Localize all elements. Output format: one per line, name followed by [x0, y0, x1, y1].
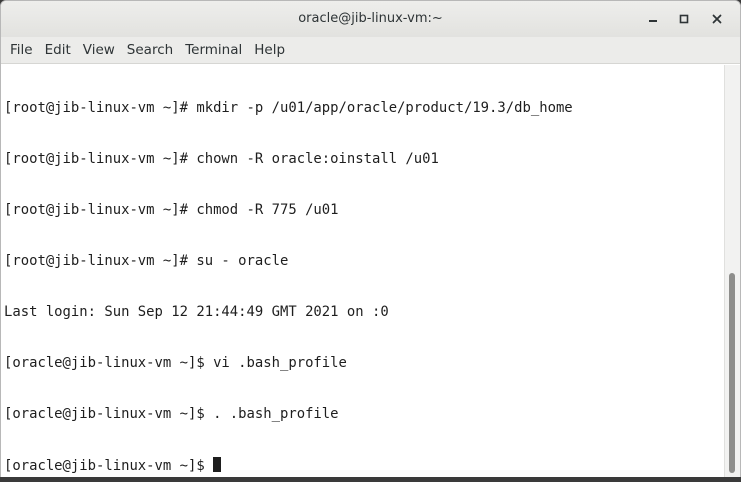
- menu-view[interactable]: View: [77, 37, 121, 64]
- scrollbar-thumb[interactable]: [729, 273, 735, 473]
- scrollbar[interactable]: [724, 65, 740, 478]
- minimize-icon: [649, 20, 657, 22]
- menu-file[interactable]: File: [4, 37, 39, 64]
- window-title: oracle@jib-linux-vm:~: [298, 11, 443, 26]
- terminal-window: oracle@jib-linux-vm:~ File Edit View Sea…: [0, 0, 741, 482]
- menu-search[interactable]: Search: [121, 37, 179, 64]
- prompt-line[interactable]: [oracle@jib-linux-vm ~]$: [4, 457, 724, 474]
- desktop-background: [0, 477, 741, 482]
- maximize-icon: [679, 14, 689, 24]
- minimize-button[interactable]: [643, 9, 663, 29]
- terminal-line: [root@jib-linux-vm ~]# mkdir -p /u01/app…: [4, 100, 573, 116]
- terminal-line: [root@jib-linux-vm ~]# su - oracle: [4, 253, 289, 269]
- terminal-line: Last login: Sun Sep 12 21:44:49 GMT 2021…: [4, 304, 389, 320]
- close-button[interactable]: [707, 9, 727, 29]
- maximize-button[interactable]: [674, 9, 694, 29]
- terminal-line: [root@jib-linux-vm ~]# chmod -R 775 /u01: [4, 202, 339, 218]
- shell-prompt: [oracle@jib-linux-vm ~]$: [4, 458, 214, 474]
- terminal-line: [oracle@jib-linux-vm ~]$ vi .bash_profil…: [4, 355, 347, 371]
- menu-help[interactable]: Help: [248, 37, 291, 64]
- text-cursor: [213, 457, 222, 472]
- terminal-line: [root@jib-linux-vm ~]# chown -R oracle:o…: [4, 151, 439, 167]
- title-bar[interactable]: oracle@jib-linux-vm:~: [1, 1, 740, 38]
- terminal-output[interactable]: [root@jib-linux-vm ~]# mkdir -p /u01/app…: [1, 65, 724, 478]
- menu-edit[interactable]: Edit: [39, 37, 77, 64]
- terminal-line: [oracle@jib-linux-vm ~]$ . .bash_profile: [4, 406, 339, 422]
- close-icon: [712, 14, 722, 24]
- menu-terminal[interactable]: Terminal: [179, 37, 248, 64]
- menu-bar: File Edit View Search Terminal Help: [1, 37, 740, 64]
